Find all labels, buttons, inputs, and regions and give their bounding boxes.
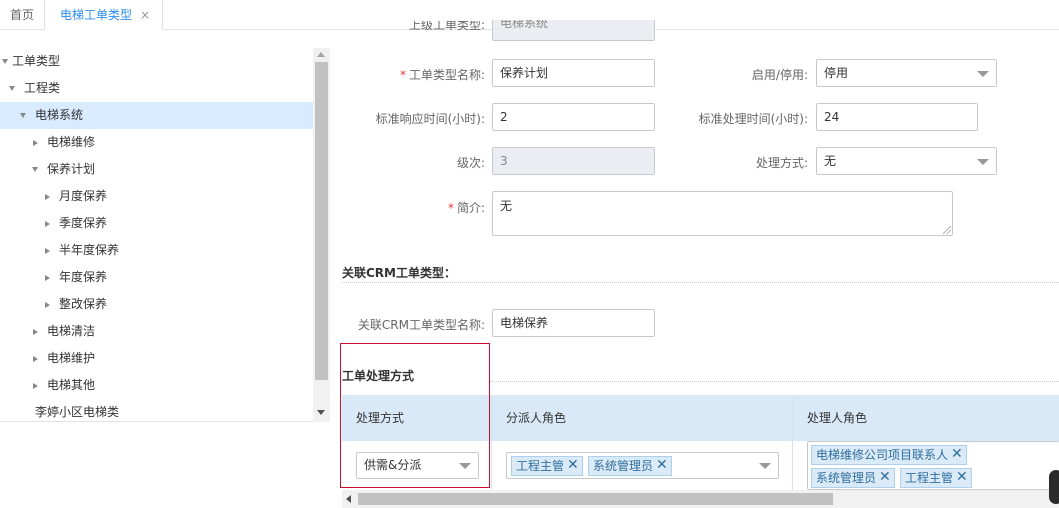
column-header-handler[interactable]: 处理人角色 [807,395,867,441]
resize-grip-icon[interactable] [943,226,951,234]
process-method-label: 处理方式: [755,156,808,170]
chevron-down-icon [977,159,989,165]
tree-node[interactable]: 电梯其他 [0,372,313,399]
scroll-down-icon[interactable] [317,410,325,415]
role-chip: 工程主管 ✕ [900,468,972,488]
column-divider [491,395,492,490]
tab-label: 电梯工单类型 [60,8,133,22]
tree-node[interactable]: 电梯维护 [0,345,313,372]
crm-name-label: 关联CRM工单类型名称: [357,318,485,332]
enable-label: 启用/停用: [751,68,808,82]
collapsed-icon[interactable] [30,129,40,156]
tree-node[interactable]: 工程类 [0,75,313,102]
scroll-thumb[interactable] [358,493,833,505]
parent-type-label: 上级工单类型: [408,21,485,32]
chevron-down-icon [759,463,771,469]
crm-section-title: 关联CRM工单类型： [342,266,456,280]
ticket-type-tree: 工单类型 工程类 电梯系统 电梯维修 保养计划 月度保养 季度保养 半年度保养 … [0,48,313,420]
collapsed-icon[interactable] [42,237,52,264]
tree-node[interactable]: 工单类型 [0,48,313,75]
close-icon[interactable]: ✕ [656,457,668,473]
tab-elevator-ticket-type[interactable]: 电梯工单类型 × [45,0,163,30]
role-chip: 工程主管 ✕ [511,456,583,476]
floating-widget-icon[interactable] [1049,470,1059,504]
close-icon[interactable]: × [140,0,150,30]
role-chip: 系统管理员 ✕ [588,456,672,476]
collapsed-icon[interactable] [30,372,40,399]
collapsed-icon[interactable] [42,264,52,291]
enable-select[interactable]: 停用 [816,59,997,87]
scroll-left-icon[interactable] [346,495,351,503]
collapsed-icon[interactable] [42,291,52,318]
tree-divider [0,421,330,422]
intro-label: * 简介: [447,201,485,215]
tree-scrollbar[interactable] [313,48,330,422]
role-chip: 电梯维修公司项目联系人 ✕ [811,445,967,465]
chevron-down-icon [977,71,989,77]
response-time-input[interactable]: 2 [492,103,655,131]
level-label: 级次: [456,156,485,170]
section-divider [342,282,1059,283]
close-icon[interactable]: ✕ [567,457,579,473]
collapsed-icon[interactable] [42,210,52,237]
close-icon[interactable]: ✕ [956,469,968,485]
expanded-icon[interactable] [30,156,40,183]
type-name-label: * 工单类型名称: [399,68,485,82]
process-time-label: 标准处理时间(小时): [698,112,808,126]
collapsed-icon[interactable] [42,183,52,210]
section-divider [490,381,1059,382]
close-icon[interactable]: ✕ [951,446,963,462]
crm-name-input[interactable]: 电梯保养 [492,309,655,337]
expanded-icon[interactable] [7,75,17,102]
tree-node[interactable]: 电梯维修 [0,129,313,156]
process-method-select[interactable]: 无 [816,147,997,175]
tree-node[interactable]: 年度保养 [0,264,313,291]
collapsed-icon[interactable] [30,345,40,372]
column-divider [792,395,793,490]
tree-node[interactable]: 半年度保养 [0,237,313,264]
intro-textarea[interactable]: 无 [492,191,953,236]
close-icon[interactable]: ✕ [879,469,891,485]
highlight-box [340,343,490,488]
tree-node[interactable]: 月度保养 [0,183,313,210]
expanded-icon[interactable] [0,48,10,75]
tree-node[interactable]: 保养计划 [0,156,313,183]
expanded-icon[interactable] [18,102,28,129]
tab-home[interactable]: 首页 [0,0,45,30]
tree-node[interactable]: 季度保养 [0,210,313,237]
level-field: 3 [492,147,655,175]
tree-node[interactable]: 李婷小区电梯类 [0,399,313,420]
column-header-dispatcher[interactable]: 分派人角色 [506,395,566,441]
collapsed-icon[interactable] [30,318,40,345]
tree-node[interactable]: 整改保养 [0,291,313,318]
response-time-label: 标准响应时间(小时): [375,112,485,126]
scroll-up-icon[interactable] [317,52,325,57]
type-name-input[interactable]: 保养计划 [492,59,655,87]
tree-node[interactable]: 电梯清洁 [0,318,313,345]
process-time-input[interactable]: 24 [816,103,978,131]
role-chip: 系统管理员 ✕ [811,468,895,488]
scroll-thumb[interactable] [315,62,328,380]
grid-horizontal-scrollbar[interactable] [342,490,1059,508]
tree-node-selected[interactable]: 电梯系统 [0,102,313,129]
